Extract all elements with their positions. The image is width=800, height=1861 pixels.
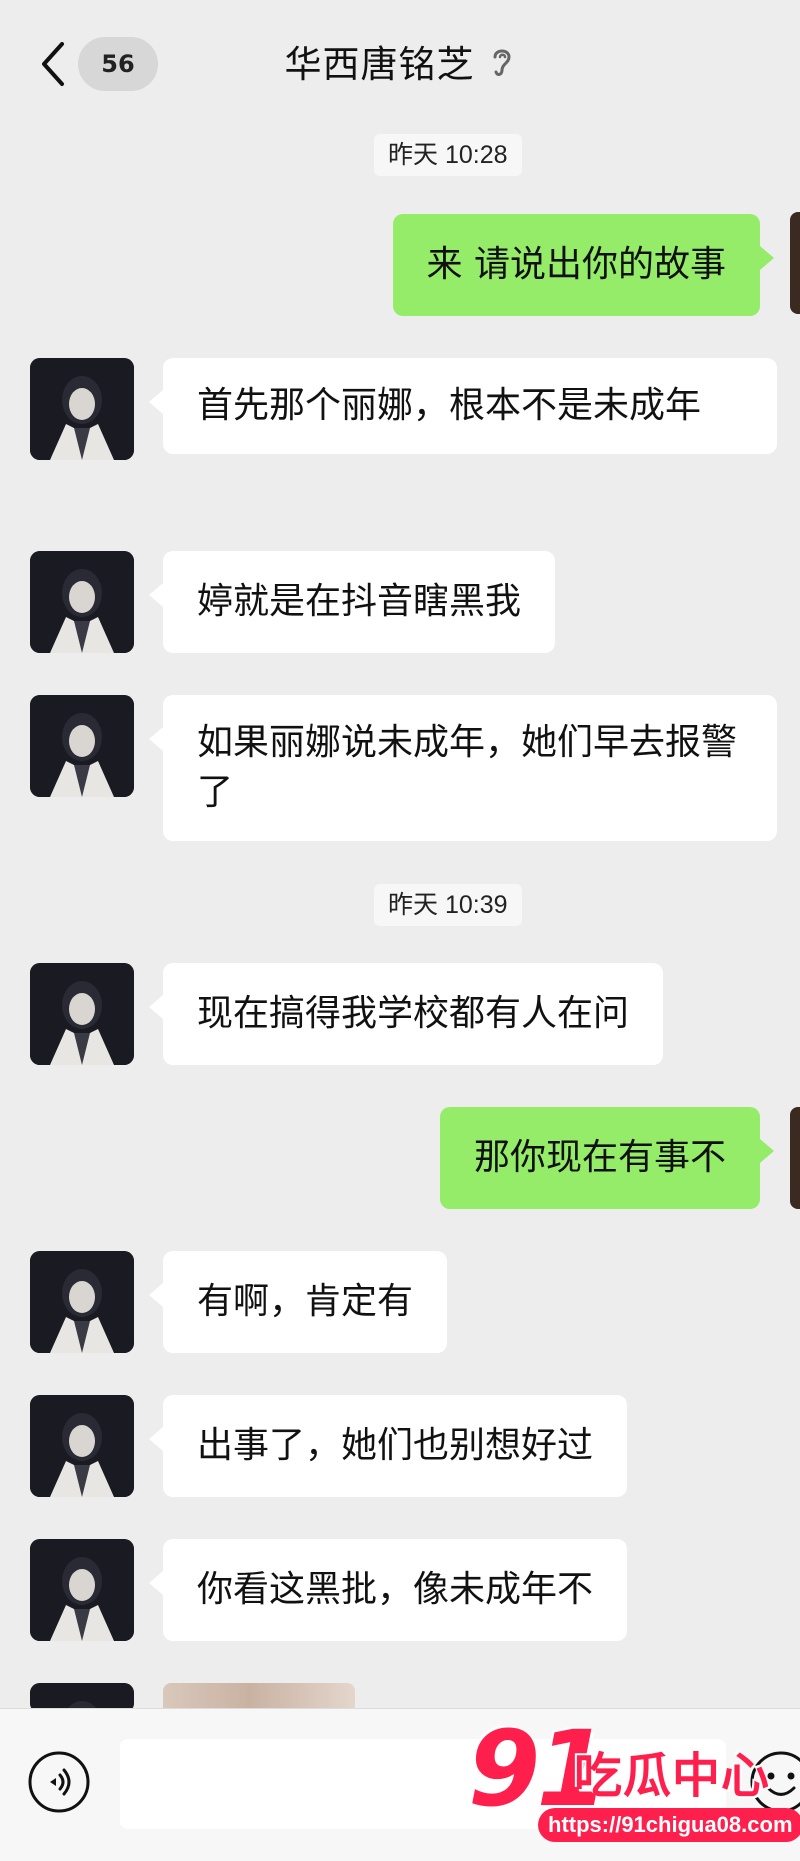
avatar-image <box>30 1251 134 1353</box>
chat-title: 华西唐铭芝 <box>284 43 475 86</box>
contact-avatar[interactable] <box>30 1539 134 1641</box>
incoming-message-bubble[interactable]: 出事了，她们也别想好过 <box>148 1395 628 1497</box>
incoming-message-bubble[interactable]: 婷就是在抖音瞎黑我 <box>148 551 556 653</box>
watermark: 91 吃瓜中心 https://91chigua08.com <box>462 1708 800 1852</box>
contact-avatar[interactable] <box>30 358 134 460</box>
avatar-image <box>30 1539 134 1641</box>
contact-avatar[interactable] <box>30 963 134 1065</box>
timestamp: 昨天 10:39 <box>374 884 522 926</box>
self-avatar[interactable] <box>790 1107 800 1209</box>
voice-icon <box>28 1751 90 1813</box>
incoming-message-bubble[interactable]: 现在搞得我学校都有人在问 <box>148 963 664 1065</box>
self-avatar[interactable] <box>790 212 800 314</box>
avatar-image <box>30 551 134 653</box>
contact-avatar[interactable] <box>30 1395 134 1497</box>
ear-icon <box>493 49 511 76</box>
contact-avatar[interactable] <box>30 551 134 653</box>
watermark-url: https://91chigua08.com <box>538 1808 800 1842</box>
chat-title-wrap: 华西唐铭芝 <box>0 34 800 88</box>
avatar-image <box>30 963 134 1065</box>
timestamp: 昨天 10:28 <box>374 134 522 176</box>
voice-button[interactable] <box>26 1749 92 1815</box>
incoming-message-bubble[interactable]: 有啊，肯定有 <box>148 1251 448 1353</box>
watermark-text: 吃瓜中心 <box>574 1748 771 1804</box>
outgoing-message-bubble[interactable]: 那你现在有事不 <box>439 1107 775 1209</box>
incoming-message-bubble[interactable]: 首先那个丽娜，根本不是未成年 <box>149 358 777 454</box>
incoming-message-bubble[interactable]: 你看这黑批，像未成年不 <box>148 1539 628 1641</box>
contact-avatar[interactable] <box>30 695 134 797</box>
contact-avatar[interactable] <box>30 1251 134 1353</box>
chat-header: 56 华西唐铭芝 <box>0 0 800 130</box>
outgoing-message-bubble[interactable]: 来 请说出你的故事 <box>392 214 775 316</box>
avatar-image <box>30 1395 134 1497</box>
avatar-image <box>30 695 134 797</box>
avatar-image <box>30 358 134 460</box>
incoming-message-bubble[interactable]: 如果丽娜说未成年，她们早去报警了 <box>149 695 777 841</box>
